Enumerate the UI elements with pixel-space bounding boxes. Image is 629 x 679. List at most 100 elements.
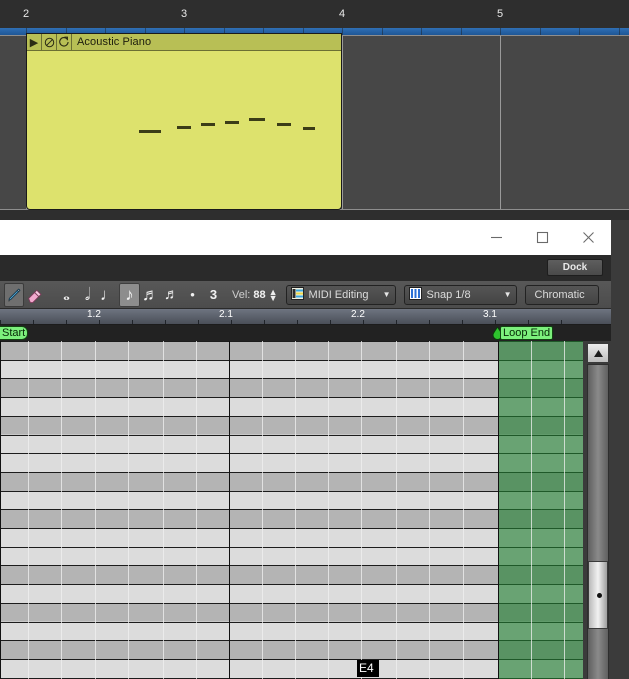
piano-roll-row[interactable] bbox=[0, 341, 583, 360]
chevron-down-icon[interactable]: ▼ bbox=[496, 290, 512, 299]
midi-editor-screen: 2345 ▶ Acoustic Piano Dock 𝅝 𝅗𝅥 ♩ ♪ ♬ ♬ •… bbox=[0, 0, 629, 679]
row-divider bbox=[0, 528, 583, 529]
piano-roll-row[interactable] bbox=[0, 584, 583, 603]
piano-roll-ruler-tick bbox=[0, 320, 1, 324]
piano-roll-ruler-tick bbox=[132, 320, 133, 324]
arrangement-measure-number: 2 bbox=[23, 8, 30, 20]
row-divider bbox=[0, 659, 583, 660]
loop-end-marker[interactable]: Loop End bbox=[500, 326, 554, 340]
minimize-icon[interactable] bbox=[473, 220, 519, 255]
clip-note-mark bbox=[303, 127, 315, 130]
eraser-tool[interactable] bbox=[24, 283, 44, 307]
piano-roll-ruler-tick bbox=[231, 320, 232, 324]
ruler-tick bbox=[579, 28, 580, 35]
velocity-value[interactable]: 88 bbox=[253, 289, 265, 301]
midi-editor-window: Dock 𝅝 𝅗𝅥 ♩ ♪ ♬ ♬ • 3 Vel: 88 ▲ ▼ MIDI Editing ▼ Snap 1… bbox=[0, 220, 611, 679]
duration-glyph: ♩ bbox=[100, 284, 117, 304]
expand-triangle-icon[interactable]: ▶ bbox=[27, 34, 42, 50]
close-icon[interactable] bbox=[565, 220, 611, 255]
piano-roll-row[interactable] bbox=[0, 378, 583, 398]
duration-eighth-note[interactable]: ♪ bbox=[119, 282, 140, 307]
piano-roll-grid[interactable]: C4C#D4EbE4D4C4 bbox=[0, 341, 583, 679]
marker-lane[interactable]: Start Loop End bbox=[0, 325, 611, 341]
beat-line bbox=[361, 341, 362, 679]
duration-thirtysecond-note[interactable]: ♬ bbox=[161, 283, 182, 307]
piano-roll-row[interactable] bbox=[0, 359, 583, 379]
piano-roll-ruler[interactable]: 1.2 2.1 2.2 3.1 bbox=[0, 309, 611, 325]
row-divider bbox=[0, 565, 583, 566]
arrangement-measure-number: 3 bbox=[181, 8, 188, 20]
velocity-stepper[interactable]: ▲ ▼ bbox=[269, 287, 278, 302]
scale-dropdown[interactable]: Chromatic bbox=[524, 284, 599, 305]
piano-roll-ruler-tick bbox=[297, 320, 298, 324]
stepper-down-icon[interactable]: ▼ bbox=[269, 293, 278, 302]
piano-roll-row[interactable] bbox=[0, 658, 583, 678]
row-divider bbox=[0, 341, 583, 342]
snap-dropdown-label: Snap 1/8 bbox=[426, 288, 471, 301]
mute-circle-slash-icon[interactable] bbox=[42, 34, 57, 50]
piano-roll-row[interactable] bbox=[0, 415, 583, 435]
clip-header[interactable]: ▶ Acoustic Piano bbox=[27, 34, 341, 51]
ruler-tick bbox=[421, 28, 422, 35]
duration-glyph: ♪ bbox=[125, 284, 134, 304]
piano-roll-row[interactable] bbox=[0, 453, 583, 472]
beat-line bbox=[396, 341, 397, 679]
arrangement-measure-number: 5 bbox=[497, 8, 504, 20]
chevron-down-icon[interactable]: ▼ bbox=[375, 290, 391, 299]
duration-half-note[interactable]: 𝅗𝅥 bbox=[77, 283, 98, 307]
piano-roll-row[interactable] bbox=[0, 565, 583, 585]
loop-region[interactable] bbox=[498, 341, 583, 679]
piano-roll-row[interactable] bbox=[0, 434, 583, 454]
mode-dropdown-icon bbox=[290, 286, 304, 303]
scroll-up-arrow-icon[interactable] bbox=[587, 343, 609, 363]
piano-roll-row[interactable] bbox=[0, 509, 583, 528]
window-right-filler bbox=[611, 220, 629, 679]
piano-roll-ruler-tick bbox=[198, 320, 199, 324]
piano-roll-ruler-tick bbox=[528, 320, 529, 324]
beat-line bbox=[262, 341, 263, 679]
piano-roll-ruler-tick bbox=[462, 320, 463, 324]
piano-roll-row[interactable] bbox=[0, 471, 583, 491]
midi-note[interactable]: E4 bbox=[357, 660, 379, 677]
arrangement-ruler[interactable]: 2 3 4 5 bbox=[0, 0, 629, 28]
duration-triplet[interactable]: 3 bbox=[203, 283, 224, 307]
duration-glyph: ♬ bbox=[142, 284, 159, 304]
piano-roll-measure-number: 2.1 bbox=[219, 309, 233, 320]
duration-sixteenth-note[interactable]: ♬ bbox=[140, 283, 161, 307]
duration-quarter-note[interactable]: ♩ bbox=[98, 283, 119, 307]
vertical-scrollbar[interactable] bbox=[583, 341, 611, 679]
midi-clip-acoustic-piano[interactable]: ▶ Acoustic Piano bbox=[26, 33, 342, 210]
row-divider bbox=[0, 378, 583, 379]
piano-roll-ruler-tick bbox=[165, 320, 166, 324]
draw-pencil-tool[interactable] bbox=[4, 282, 24, 307]
piano-roll-row[interactable] bbox=[0, 528, 583, 547]
start-marker[interactable]: Start bbox=[0, 326, 29, 340]
clip-note-mark bbox=[225, 121, 239, 124]
piano-roll-row[interactable] bbox=[0, 546, 583, 566]
arrangement-view: 2 3 4 5 ▶ Acoustic Piano bbox=[0, 0, 629, 220]
piano-roll-row[interactable] bbox=[0, 397, 583, 416]
mode-dropdown[interactable]: MIDI Editing ▼ bbox=[285, 284, 396, 305]
piano-roll-row[interactable] bbox=[0, 640, 583, 659]
scrollbar-thumb[interactable] bbox=[588, 561, 608, 629]
piano-roll-row[interactable] bbox=[0, 621, 583, 641]
duration-whole-note[interactable]: 𝅝 bbox=[56, 283, 77, 307]
scrollbar-track[interactable] bbox=[587, 364, 609, 679]
piano-roll-row[interactable] bbox=[0, 490, 583, 510]
window-title-bar[interactable] bbox=[0, 220, 611, 255]
row-divider bbox=[0, 435, 583, 436]
loop-arrow-icon[interactable] bbox=[57, 34, 72, 50]
row-divider bbox=[0, 547, 583, 548]
clip-note-mark bbox=[277, 123, 291, 126]
piano-roll-row[interactable] bbox=[0, 602, 583, 622]
maximize-icon[interactable] bbox=[519, 220, 565, 255]
duration-dotted-note[interactable]: • bbox=[182, 283, 203, 307]
dock-button[interactable]: Dock bbox=[547, 259, 603, 276]
snap-dropdown[interactable]: Snap 1/8 ▼ bbox=[403, 284, 517, 305]
clip-title: Acoustic Piano bbox=[77, 36, 152, 48]
bar-line bbox=[0, 341, 1, 679]
piano-roll-measure-number: 2.2 bbox=[351, 309, 365, 320]
duration-glyph: ♬ bbox=[164, 286, 179, 303]
bar-line bbox=[229, 341, 230, 679]
arrangement-measure-line bbox=[500, 35, 501, 210]
